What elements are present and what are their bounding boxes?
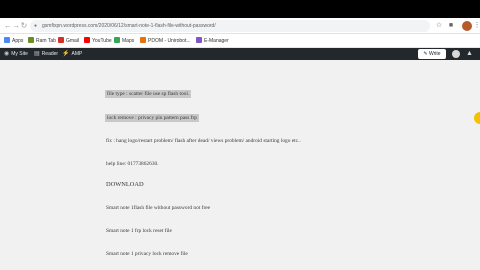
fix-line: fix : hang logo/restart problem/ flash a… [106, 138, 301, 144]
youtube-icon [84, 37, 90, 43]
gmail-icon [58, 37, 64, 43]
file-type-line: file type : scatter file use sp flash to… [105, 90, 192, 98]
post-content: file type : scatter file use sp flash to… [0, 60, 480, 270]
user-avatar[interactable] [452, 50, 460, 58]
write-button[interactable]: ✎ Write [418, 49, 446, 59]
apps-icon [4, 37, 10, 43]
cursor-highlight [474, 112, 480, 124]
bookmark-maps[interactable]: Maps [114, 36, 134, 46]
download-heading: DOWNLOAD [106, 181, 144, 188]
download-link-flash-file[interactable]: Smart note 1flash file without password … [106, 204, 210, 212]
bookmark-icon [140, 37, 146, 43]
bookmark-gmail[interactable]: Gmail [58, 36, 79, 46]
bookmark-icon [28, 37, 34, 43]
help-line: help line: 01773862630. [106, 161, 159, 167]
bookmark-pdom[interactable]: PDOM - Unirobot... [140, 36, 191, 46]
bookmarks-bar: Apps Ram Tab Gmail YouTube Maps PDOM - U… [0, 34, 480, 48]
amp-link[interactable]: ⚡ AMP [62, 48, 82, 60]
wordpress-admin-bar: ◉ My Site ▤ Reader ⚡ AMP ✎ Write ▲ [0, 48, 480, 60]
bookmark-icon [196, 37, 202, 43]
menu-icon[interactable]: ⋮ [472, 21, 480, 31]
bookmark-e-manager[interactable]: E-Manager [196, 36, 229, 46]
reload-icon[interactable]: ↻ [19, 21, 29, 31]
wordpress-icon: ◉ [4, 51, 10, 57]
star-icon[interactable]: ☆ [434, 21, 444, 31]
download-link-privacy-lock[interactable]: Smart note 1 privacy lock remove file [106, 250, 188, 258]
lock-icon: ● [34, 23, 38, 29]
bookmark-ram-tab[interactable]: Ram Tab [28, 36, 56, 46]
address-bar[interactable]: ● gsmfixpn.wordpress.com/2020/06/12/smar… [30, 20, 430, 32]
maps-icon [114, 37, 120, 43]
reader-link[interactable]: ▤ Reader [34, 48, 58, 60]
reader-icon: ▤ [34, 51, 40, 57]
notification-bell-icon[interactable]: ▲ [466, 49, 473, 59]
download-link-frp-reset[interactable]: Smart note 1 frp lock reset file [106, 227, 172, 235]
url-text: gsmfixpn.wordpress.com/2020/06/12/smart-… [42, 23, 216, 29]
extension-icon[interactable]: ■ [446, 21, 456, 31]
profile-avatar[interactable] [462, 21, 472, 31]
amp-icon: ⚡ [62, 51, 70, 57]
browser-viewport: ← → ↻ ● gsmfixpn.wordpress.com/2020/06/1… [0, 18, 480, 270]
screen: ← → ↻ ● gsmfixpn.wordpress.com/2020/06/1… [0, 0, 480, 270]
my-site-link[interactable]: ◉ My Site [4, 48, 28, 60]
browser-toolbar: ← → ↻ ● gsmfixpn.wordpress.com/2020/06/1… [0, 18, 480, 34]
bookmark-apps[interactable]: Apps [4, 36, 23, 46]
bookmark-youtube[interactable]: YouTube [84, 36, 112, 46]
lock-remove-line: lock remove : privacy pin pattern pass f… [105, 114, 199, 122]
